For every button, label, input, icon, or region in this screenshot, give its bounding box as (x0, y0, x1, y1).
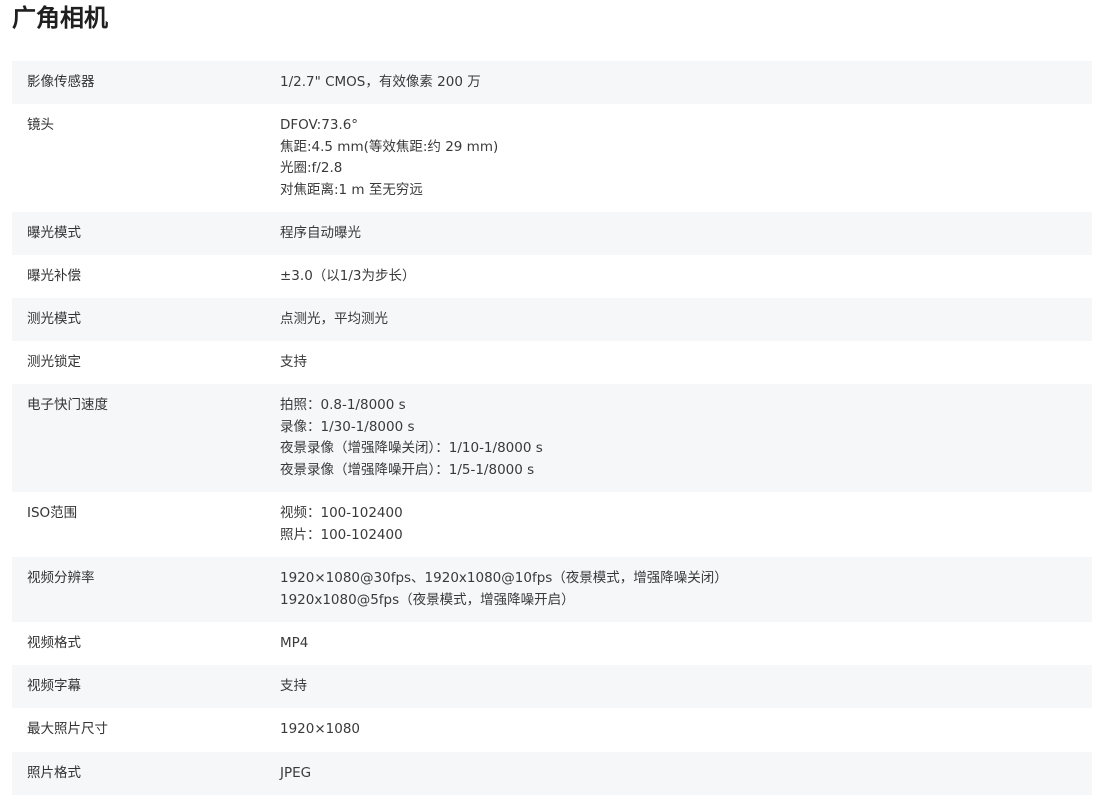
spec-label: 视频格式 (27, 635, 81, 651)
spec-row-exposure-compensation: 曝光补偿 ±3.0（以1/3为步长） (12, 255, 1092, 298)
spec-value: 1920×1080 (280, 719, 1092, 752)
spec-label: ISO范围 (27, 505, 78, 521)
spec-value: 点测光，平均测光 (280, 309, 1092, 341)
spec-row-lens: 镜头 DFOV:73.6° 焦距:4.5 mm(等效焦距:约 29 mm) 光圈… (12, 104, 1092, 212)
spec-value-line: 支持 (280, 678, 307, 694)
spec-value: 视频：100-102400 照片：100-102400 (280, 503, 1092, 557)
spec-label: 电子快门速度 (27, 397, 108, 413)
spec-value: 程序自动曝光 (280, 223, 1092, 255)
spec-value-line: JPEG (280, 765, 312, 781)
spec-value-line: 支持 (280, 354, 307, 370)
spec-value: 支持 (280, 676, 1092, 708)
spec-value: 拍照：0.8-1/8000 s 录像：1/30-1/8000 s 夜景录像（增强… (280, 395, 1092, 492)
spec-value-line: 照片：100-102400 (280, 526, 403, 543)
spec-row-metering-mode: 测光模式 点测光，平均测光 (12, 298, 1092, 341)
spec-row-video-format: 视频格式 MP4 (12, 622, 1092, 665)
spec-value: 1/2.7" CMOS，有效像素 200 万 (280, 72, 1092, 104)
spec-value: JPEG (280, 763, 1092, 795)
spec-value-line: 焦距:4.5 mm(等效焦距:约 29 mm) (280, 138, 499, 155)
spec-label: 测光锁定 (27, 354, 81, 370)
spec-value: 1920×1080@30fps、1920x1080@10fps（夜景模式，增强降… (280, 568, 1092, 622)
spec-row-image-sensor: 影像传感器 1/2.7" CMOS，有效像素 200 万 (12, 61, 1092, 104)
spec-row-video-resolution: 视频分辨率 1920×1080@30fps、1920x1080@10fps（夜景… (12, 557, 1092, 622)
spec-value-line: 1/2.7" CMOS，有效像素 200 万 (280, 74, 481, 90)
spec-value-line: 夜景录像（增强降噪开启）：1/5-1/8000 s (280, 461, 535, 478)
spec-value-line: DFOV:73.6° (280, 117, 359, 133)
spec-value: 支持 (280, 352, 1092, 384)
spec-value-line: ±3.0（以1/3为步长） (280, 268, 416, 284)
spec-label: 视频字幕 (27, 678, 81, 694)
spec-table: 影像传感器 1/2.7" CMOS，有效像素 200 万 镜头 DFOV:73.… (12, 61, 1092, 795)
spec-label: 最大照片尺寸 (27, 721, 108, 737)
spec-value-line: 拍照：0.8-1/8000 s (280, 397, 406, 413)
spec-value-line: 程序自动曝光 (280, 225, 361, 241)
spec-value-line: 1920×1080 (280, 721, 361, 737)
spec-row-photo-format: 照片格式 JPEG (12, 752, 1092, 795)
spec-value: MP4 (280, 633, 1092, 665)
spec-value-line: 对焦距离:1 m 至无穷远 (280, 181, 423, 198)
spec-value-line: 1920×1080@30fps、1920x1080@10fps（夜景模式，增强降… (280, 570, 728, 586)
spec-row-exposure-mode: 曝光模式 程序自动曝光 (12, 212, 1092, 255)
spec-value: DFOV:73.6° 焦距:4.5 mm(等效焦距:约 29 mm) 光圈:f/… (280, 115, 1092, 212)
spec-value-line: 点测光，平均测光 (280, 311, 388, 327)
spec-row-shutter-speed: 电子快门速度 拍照：0.8-1/8000 s 录像：1/30-1/8000 s … (12, 384, 1092, 492)
spec-row-max-photo-size: 最大照片尺寸 1920×1080 (12, 708, 1092, 752)
spec-row-video-subtitles: 视频字幕 支持 (12, 665, 1092, 708)
spec-value: ±3.0（以1/3为步长） (280, 266, 1092, 298)
page-title: 广角相机 (12, 4, 108, 32)
spec-row-iso-range: ISO范围 视频：100-102400 照片：100-102400 (12, 492, 1092, 557)
spec-label: 照片格式 (27, 765, 81, 781)
spec-value-line: 夜景录像（增强降噪关闭）：1/10-1/8000 s (280, 440, 543, 456)
spec-label: 视频分辨率 (27, 570, 95, 586)
spec-value-line: 光圈:f/2.8 (280, 160, 343, 176)
spec-value-line: 1920x1080@5fps（夜景模式，增强降噪开启） (280, 591, 575, 608)
spec-value-line: MP4 (280, 635, 309, 651)
spec-label: 测光模式 (27, 311, 81, 327)
spec-label: 影像传感器 (27, 74, 95, 90)
spec-value-line: 视频：100-102400 (280, 505, 403, 521)
spec-label: 镜头 (27, 117, 54, 133)
spec-value-line: 录像：1/30-1/8000 s (280, 418, 415, 435)
spec-label: 曝光模式 (27, 225, 81, 241)
spec-row-ae-lock: 测光锁定 支持 (12, 341, 1092, 384)
spec-label: 曝光补偿 (27, 268, 81, 284)
